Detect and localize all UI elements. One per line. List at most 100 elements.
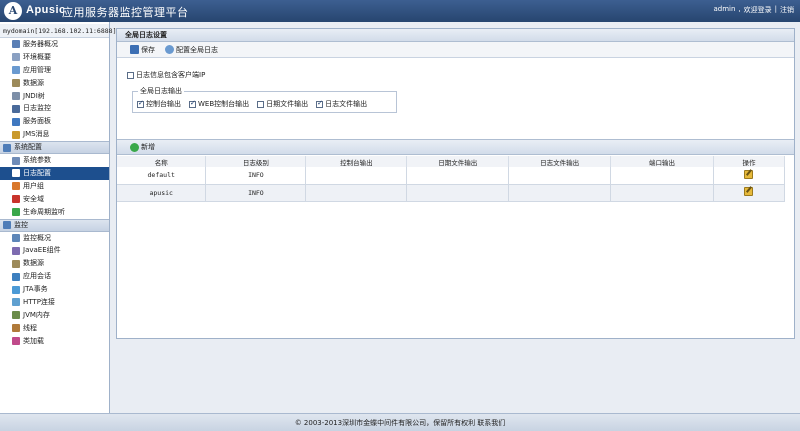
sidebar-item[interactable]: 安全域	[0, 193, 109, 206]
config-icon	[165, 45, 174, 54]
column-header[interactable]: 日志级别	[205, 156, 307, 167]
action-cell	[713, 184, 786, 202]
sidebar-item-label: 数据源	[23, 259, 44, 268]
save-label: 保存	[141, 45, 155, 54]
output-label: 日志文件输出	[325, 100, 368, 108]
lifecycle-icon	[12, 208, 20, 217]
sidebar-item[interactable]: 应用会话	[0, 270, 109, 283]
transaction-icon	[12, 285, 20, 294]
name-cell: apusic	[117, 184, 207, 202]
config-global-log-button[interactable]: 配置全局日志	[165, 45, 218, 55]
output-option[interactable]: 控制台输出	[137, 99, 181, 109]
output-option[interactable]: 日期文件输出	[257, 99, 308, 109]
add-button[interactable]: 新增	[130, 142, 155, 152]
sidebar-item[interactable]: JavaEE组件	[0, 244, 109, 257]
sidebar-item[interactable]: 环境概要	[0, 51, 109, 64]
edit-icon[interactable]	[744, 169, 754, 179]
output-checkbox[interactable]	[137, 99, 144, 108]
column-header[interactable]: 日志文件输出	[508, 156, 612, 167]
sidebar-item-label: JNDI树	[23, 91, 45, 100]
sidebar-item[interactable]: 用户组	[0, 180, 109, 193]
sidebar-item-label: JavaEE组件	[23, 246, 61, 255]
sidebar-item[interactable]: JTA事务	[0, 283, 109, 296]
sidebar-item[interactable]: JNDI树	[0, 90, 109, 103]
save-icon	[130, 45, 139, 54]
tree-icon	[12, 92, 20, 100]
sidebar-item[interactable]: 日志监控	[0, 102, 109, 115]
apusic-logo-icon: A	[4, 2, 22, 20]
header-bar: A Apusic 应用服务器监控管理平台 admin, 欢迎登录 | 注销	[0, 0, 800, 22]
client-ip-checkbox[interactable]	[127, 71, 134, 79]
sidebar-item-label: 用户组	[23, 181, 44, 190]
database-icon	[12, 259, 20, 268]
session-icon	[12, 272, 20, 281]
column-header[interactable]: 日期文件输出	[406, 156, 510, 167]
sidebar-item-label: 环境概要	[23, 52, 51, 61]
output-checkbox[interactable]	[257, 100, 265, 108]
output-checkbox[interactable]	[189, 99, 196, 108]
sidebar-item[interactable]: 生命周期监听	[0, 206, 109, 219]
logger-table: 名称 日志级别 控制台输出 日期文件输出 日志文件输出 端口输出 操作 default INF…	[117, 156, 786, 202]
column-header[interactable]: 端口输出	[610, 156, 714, 167]
output-checkbox[interactable]	[316, 99, 324, 108]
sidebar-item-label: 日志配置	[23, 169, 51, 178]
sidebar-item[interactable]: 日志配置	[0, 167, 109, 180]
sidebar-item[interactable]: 服务面板	[0, 115, 109, 128]
output-option[interactable]: 日志文件输出	[316, 99, 367, 109]
output-option[interactable]: WEB控制台输出	[189, 99, 249, 109]
action-cell	[713, 167, 786, 185]
console-cell	[305, 184, 408, 202]
global-output-fieldset: 全局日志输出 控制台输出 WEB控制台输出 日期文件输出 日志文件输出	[132, 86, 397, 113]
sidebar-item-label: 应用管理	[23, 65, 51, 74]
section-monitor[interactable]: 监控	[0, 218, 109, 232]
panel-title: 全局日志设置	[117, 29, 794, 42]
column-header[interactable]: 名称	[117, 156, 207, 167]
sidebar-item[interactable]: 数据源	[0, 257, 109, 270]
sidebar-item-label: JVM内存	[23, 310, 50, 319]
column-header[interactable]: 操作	[713, 156, 786, 167]
memory-icon	[12, 311, 20, 320]
column-header[interactable]: 控制台输出	[305, 156, 408, 167]
log-settings-panel: 全局日志设置 保存 配置全局日志 日志信息包含客户端IP 全局日志输出 控制台输…	[116, 28, 795, 339]
separator: |	[774, 5, 777, 13]
client-ip-option[interactable]: 日志信息包含客户端IP	[127, 70, 205, 80]
thread-icon	[12, 324, 20, 333]
sidebar-item[interactable]: JVM内存	[0, 309, 109, 322]
table-row[interactable]: default INFO	[117, 167, 786, 185]
section-system-config[interactable]: 系统配置	[0, 141, 109, 155]
security-icon	[12, 195, 20, 204]
save-button[interactable]: 保存	[130, 45, 155, 55]
sidebar-item[interactable]: 应用管理	[0, 64, 109, 77]
sidebar-item[interactable]: 线程	[0, 322, 109, 335]
toolbar: 保存 配置全局日志	[117, 42, 794, 58]
monitor-section-icon	[3, 221, 11, 230]
sidebar-item-label: 线程	[23, 323, 37, 332]
footer: © 2003-2013深圳市金蝶中间件有限公司，保留所有权利 联系我们	[0, 413, 800, 431]
add-label: 新增	[141, 143, 155, 151]
level-cell: INFO	[205, 167, 307, 185]
panel-icon	[12, 117, 20, 126]
name-cell: default	[117, 167, 207, 185]
user-links: admin, 欢迎登录 | 注销	[713, 5, 794, 15]
welcome-text: 欢迎登录	[743, 6, 772, 14]
edit-icon[interactable]	[744, 187, 754, 196]
table-row[interactable]: apusic INFO	[117, 184, 786, 202]
sidebar-item[interactable]: 监控概况	[0, 232, 109, 245]
sidebar-item-label: 安全域	[23, 194, 44, 203]
sidebar-item-label: 生命周期监听	[23, 207, 65, 216]
table-toolbar: 新增	[117, 139, 794, 155]
sidebar-item[interactable]: 服务器概况	[0, 38, 109, 51]
logout-link[interactable]: 注销	[780, 5, 794, 15]
sidebar-item[interactable]: JMS消息	[0, 128, 109, 141]
sidebar-item[interactable]: HTTP连接	[0, 296, 109, 309]
log-config-icon	[12, 169, 20, 178]
sidebar-item[interactable]: 系统参数	[0, 154, 109, 167]
sidebar-item[interactable]: 类加载	[0, 335, 109, 348]
platform-title: 应用服务器监控管理平台	[62, 6, 189, 19]
sidebar-item[interactable]: 数据源	[0, 77, 109, 90]
console-cell	[305, 167, 408, 185]
log-file-cell	[508, 184, 612, 202]
config-label: 配置全局日志	[176, 45, 218, 54]
sidebar: mydomain[192.168.102.11:6888] 服务器概况 环境概要应…	[0, 22, 117, 413]
client-ip-label: 日志信息包含客户端IP	[136, 71, 206, 79]
